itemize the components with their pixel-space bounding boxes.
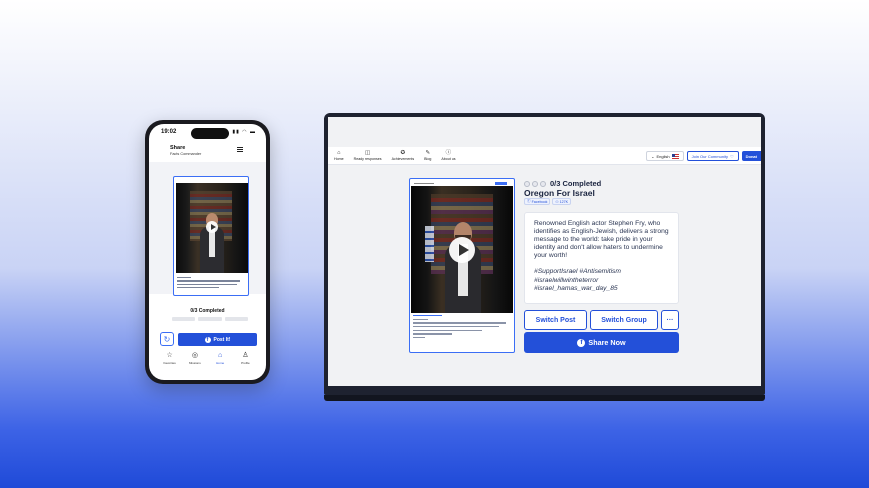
phone-post-preview[interactable] <box>173 176 249 296</box>
users-icon: ⚇ <box>555 199 559 204</box>
facebook-icon: f <box>204 336 211 343</box>
tab-favorites[interactable]: ☆ Favorites <box>161 352 179 365</box>
us-flag-icon <box>671 153 679 159</box>
progress-dot <box>540 180 546 187</box>
more-options-button[interactable]: ··· <box>661 310 679 330</box>
laptop-base <box>324 395 765 401</box>
nav-ready-responses[interactable]: ◫ Ready responses <box>354 150 382 161</box>
progress-text: 0/3 Completed <box>550 179 602 188</box>
video-thumbnail[interactable] <box>411 186 513 313</box>
hamburger-menu-icon[interactable] <box>237 147 243 152</box>
language-select[interactable]: ⌄ English <box>646 151 684 161</box>
chat-icon: ◫ <box>364 150 371 156</box>
post-caption-lines <box>413 315 511 341</box>
progress-indicator: 0/3 Completed <box>524 179 601 188</box>
refresh-button[interactable]: ↻ <box>160 332 174 346</box>
target-icon: ◎ <box>191 352 198 359</box>
share-now-label: Share Now <box>588 338 626 347</box>
post-caption-lines <box>177 277 247 290</box>
post-header-lines <box>414 181 507 185</box>
app-subtitle: Facts Commander <box>170 152 202 156</box>
group-tags: ⓕ Facebook ⚇ 127K <box>524 198 572 205</box>
tab-missions[interactable]: ◎ Missions <box>186 352 204 365</box>
phone-progress-text: 0/3 Completed <box>190 308 225 314</box>
laptop-screen: ⌂ Home ◫ Ready responses ✪ Achievements … <box>328 117 761 386</box>
speaker-figure <box>445 222 481 313</box>
switch-post-button[interactable]: Switch Post <box>524 310 587 330</box>
post-hashtags: #SupportIsrael #Antisemitism #israelwill… <box>534 268 621 292</box>
app-title: Share <box>170 145 186 151</box>
phone-screen: 19:02 ▮▮ ◠ ▬ Share Facts Commander 0/3 C… <box>149 124 266 380</box>
phone-mockup: 19:02 ▮▮ ◠ ▬ Share Facts Commander 0/3 C… <box>145 120 270 384</box>
facebook-icon: ⓕ <box>527 199 531 203</box>
ellipsis-icon: ··· <box>666 316 674 324</box>
hero-card: 19:02 ▮▮ ◠ ▬ Share Facts Commander 0/3 C… <box>0 0 869 488</box>
info-icon: ⓘ <box>445 150 452 156</box>
user-icon: ♙ <box>242 352 249 359</box>
phone-progress-bar <box>172 317 248 321</box>
nav-blog[interactable]: ✎ Blog <box>424 150 431 161</box>
post-it-button[interactable]: f Post It! <box>178 333 257 346</box>
play-icon[interactable] <box>449 237 475 263</box>
progress-dot <box>524 180 530 187</box>
tab-profile[interactable]: ♙ Profile <box>236 352 254 365</box>
pencil-icon: ✎ <box>425 150 431 156</box>
flag-background <box>425 226 434 262</box>
phone-tab-bar: ☆ Favorites ◎ Missions ⌂ Home ♙ Profile <box>149 352 266 365</box>
badge-icon: ✪ <box>400 150 406 156</box>
phone-notch <box>191 128 229 139</box>
home-icon: ⌂ <box>337 150 341 156</box>
nav-home[interactable]: ⌂ Home <box>334 150 344 161</box>
laptop-mockup: ⌂ Home ◫ Ready responses ✪ Achievements … <box>324 113 765 395</box>
tab-home[interactable]: ⌂ Home <box>211 352 229 365</box>
phone-video-thumbnail[interactable] <box>176 183 248 273</box>
join-community-button[interactable]: Join Our Community ♡ <box>686 151 739 161</box>
platform-tag: ⓕ Facebook <box>524 198 551 205</box>
top-navigation: ⌂ Home ◫ Ready responses ✪ Achievements … <box>328 147 761 165</box>
donate-button[interactable]: Donat <box>741 151 761 161</box>
group-name: Oregon For Israel <box>524 188 595 198</box>
heart-icon: ♡ <box>730 153 734 159</box>
switch-group-button[interactable]: Switch Group <box>590 310 658 330</box>
progress-dot <box>532 180 538 187</box>
post-text-box: Renowned English actor Stephen Fry, who … <box>524 212 679 304</box>
home-icon: ⌂ <box>218 352 223 359</box>
share-now-button[interactable]: f Share Now <box>524 332 679 353</box>
nav-achievements[interactable]: ✪ Achievements <box>392 150 415 161</box>
post-it-label: Post It! <box>213 336 231 343</box>
post-preview[interactable] <box>409 178 515 353</box>
members-tag: ⚇ 127K <box>552 198 572 205</box>
star-icon: ☆ <box>166 352 173 359</box>
post-text: Renowned English actor Stephen Fry, who … <box>534 220 669 260</box>
play-icon[interactable] <box>206 221 218 233</box>
status-icons: ▮▮ ◠ ▬ <box>232 129 256 135</box>
facebook-icon: f <box>577 338 586 347</box>
chevron-down-icon: ⌄ <box>651 153 655 159</box>
status-time: 19:02 <box>161 129 177 135</box>
nav-about-us[interactable]: ⓘ About us <box>441 150 455 161</box>
action-buttons: Switch Post Switch Group ··· <box>524 310 679 330</box>
refresh-icon: ↻ <box>163 334 171 344</box>
